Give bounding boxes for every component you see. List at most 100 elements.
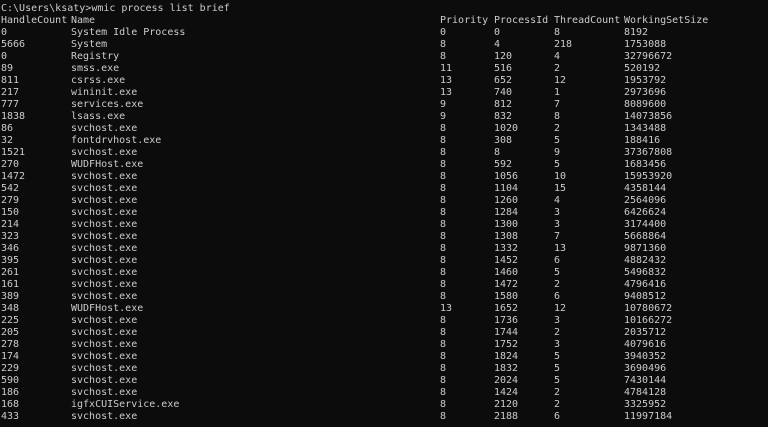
cell-processid: 1056 xyxy=(494,171,519,182)
table-row: 0 Registry 8 120 4 32796672 xyxy=(0,51,768,63)
cell-threadcount: 3 xyxy=(554,315,561,326)
cell-workingsetsize: 8192 xyxy=(624,27,649,38)
cell-processid: 740 xyxy=(494,87,513,98)
cell-processid: 1832 xyxy=(494,363,519,374)
cell-priority: 13 xyxy=(440,303,453,314)
cell-threadcount: 10 xyxy=(554,171,567,182)
cell-handlecount: 86 xyxy=(1,123,14,134)
terminal-window[interactable]: C:\Users\ksaty>wmic process list brief H… xyxy=(0,0,768,427)
table-row: 205 svchost.exe 8 1744 2 2035712 xyxy=(0,327,768,339)
cell-workingsetsize: 4882432 xyxy=(624,255,667,266)
cell-handlecount: 32 xyxy=(1,135,14,146)
cell-priority: 8 xyxy=(440,267,447,278)
cell-name: svchost.exe xyxy=(71,339,138,350)
cell-handlecount: 186 xyxy=(1,387,20,398)
cell-priority: 8 xyxy=(440,171,447,182)
cell-priority: 11 xyxy=(440,63,453,74)
cell-handlecount: 205 xyxy=(1,327,20,338)
cell-processid: 516 xyxy=(494,63,513,74)
cell-handlecount: 433 xyxy=(1,411,20,422)
header-handlecount: HandleCount xyxy=(1,15,68,26)
cell-handlecount: 150 xyxy=(1,207,20,218)
cell-workingsetsize: 4358144 xyxy=(624,183,667,194)
cell-handlecount: 217 xyxy=(1,87,20,98)
cell-threadcount: 5 xyxy=(554,363,561,374)
cell-workingsetsize: 7430144 xyxy=(624,375,667,386)
cell-handlecount: 161 xyxy=(1,279,20,290)
cell-handlecount: 174 xyxy=(1,351,20,362)
cell-workingsetsize: 14073856 xyxy=(624,111,673,122)
cell-threadcount: 6 xyxy=(554,255,561,266)
cell-name: System Idle Process xyxy=(71,27,186,38)
cell-handlecount: 1472 xyxy=(1,171,26,182)
table-row: 261 svchost.exe 8 1460 5 5496832 xyxy=(0,267,768,279)
cell-processid: 1752 xyxy=(494,339,519,350)
cell-name: svchost.exe xyxy=(71,387,138,398)
cell-workingsetsize: 9408512 xyxy=(624,291,667,302)
cell-name: svchost.exe xyxy=(71,243,138,254)
header-processid: ProcessId xyxy=(494,15,549,26)
cell-handlecount: 270 xyxy=(1,159,20,170)
table-header-row: HandleCount Name Priority ProcessId Thre… xyxy=(0,15,768,27)
prompt-command: wmic process list brief xyxy=(91,3,230,14)
cell-name: svchost.exe xyxy=(71,123,138,134)
cell-priority: 8 xyxy=(440,39,447,50)
table-row: 590 svchost.exe 8 2024 5 7430144 xyxy=(0,375,768,387)
cell-name: WUDFHost.exe xyxy=(71,303,144,314)
cell-name: svchost.exe xyxy=(71,279,138,290)
table-row: 168 igfxCUIService.exe 8 2120 2 3325952 xyxy=(0,399,768,411)
cell-priority: 8 xyxy=(440,351,447,362)
cell-threadcount: 2 xyxy=(554,63,561,74)
command-prompt-line[interactable]: C:\Users\ksaty>wmic process list brief xyxy=(0,3,768,15)
cell-processid: 652 xyxy=(494,75,513,86)
table-row: 214 svchost.exe 8 1300 3 3174400 xyxy=(0,219,768,231)
cell-threadcount: 3 xyxy=(554,339,561,350)
cell-workingsetsize: 3325952 xyxy=(624,399,667,410)
cell-processid: 4 xyxy=(494,39,501,50)
cell-name: igfxCUIService.exe xyxy=(71,399,180,410)
table-row: 542 svchost.exe 8 1104 15 4358144 xyxy=(0,183,768,195)
cell-priority: 8 xyxy=(440,135,447,146)
cell-handlecount: 395 xyxy=(1,255,20,266)
cell-threadcount: 5 xyxy=(554,267,561,278)
table-row: 811 csrss.exe 13 652 12 1953792 xyxy=(0,75,768,87)
cell-processid: 1824 xyxy=(494,351,519,362)
table-row: 1472 svchost.exe 8 1056 10 15953920 xyxy=(0,171,768,183)
cell-threadcount: 4 xyxy=(554,51,561,62)
cell-threadcount: 15 xyxy=(554,183,567,194)
table-row: 150 svchost.exe 8 1284 3 6426624 xyxy=(0,207,768,219)
cell-priority: 0 xyxy=(440,27,447,38)
cell-handlecount: 89 xyxy=(1,63,14,74)
cell-handlecount: 1838 xyxy=(1,111,26,122)
cell-name: svchost.exe xyxy=(71,411,138,422)
cell-processid: 8 xyxy=(494,147,501,158)
cell-priority: 13 xyxy=(440,75,453,86)
table-row: 5666 System 8 4 218 1753088 xyxy=(0,39,768,51)
cell-threadcount: 3 xyxy=(554,219,561,230)
cell-workingsetsize: 4796416 xyxy=(624,279,667,290)
cell-threadcount: 7 xyxy=(554,99,561,110)
cell-priority: 8 xyxy=(440,231,447,242)
cell-handlecount: 5666 xyxy=(1,39,26,50)
cell-threadcount: 12 xyxy=(554,303,567,314)
cell-priority: 8 xyxy=(440,183,447,194)
prompt-path: C:\Users\ksaty> xyxy=(1,3,92,14)
header-threadcount: ThreadCount xyxy=(554,15,621,26)
cell-threadcount: 2 xyxy=(554,123,561,134)
cell-processid: 120 xyxy=(494,51,513,62)
cell-priority: 8 xyxy=(440,327,447,338)
cell-handlecount: 229 xyxy=(1,363,20,374)
cell-priority: 8 xyxy=(440,363,447,374)
cell-threadcount: 5 xyxy=(554,351,561,362)
cell-handlecount: 777 xyxy=(1,99,20,110)
cell-threadcount: 13 xyxy=(554,243,567,254)
header-name: Name xyxy=(71,15,96,26)
cell-handlecount: 811 xyxy=(1,75,20,86)
cell-workingsetsize: 2973696 xyxy=(624,87,667,98)
cell-workingsetsize: 10166272 xyxy=(624,315,673,326)
cell-processid: 1284 xyxy=(494,207,519,218)
cell-processid: 1332 xyxy=(494,243,519,254)
cell-workingsetsize: 3690496 xyxy=(624,363,667,374)
cell-priority: 8 xyxy=(440,255,447,266)
table-row: 86 svchost.exe 8 1020 2 1343488 xyxy=(0,123,768,135)
